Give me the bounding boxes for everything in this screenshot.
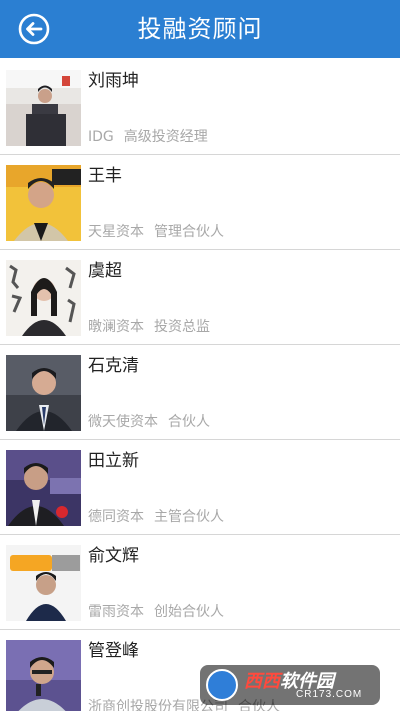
avatar xyxy=(6,545,81,621)
avatar xyxy=(6,260,81,336)
advisor-role: 投资总监 xyxy=(154,319,210,335)
advisor-title: 暾澜资本 投资总监 xyxy=(88,316,210,336)
advisor-name: 石克清 xyxy=(88,356,139,376)
advisor-title: 微天使资本 合伙人 xyxy=(88,411,210,431)
advisor-name: 田立新 xyxy=(88,451,139,471)
advisor-item[interactable]: 虞超 暾澜资本 投资总监 xyxy=(0,250,400,345)
advisor-name: 管登峰 xyxy=(88,641,139,661)
advisor-item[interactable]: 石克清 微天使资本 合伙人 xyxy=(0,345,400,440)
page-title: 投融资顾问 xyxy=(137,15,263,43)
advisor-company: 微天使资本 xyxy=(88,414,158,430)
advisor-role: 高级投资经理 xyxy=(123,129,208,145)
advisor-company: 雷雨资本 xyxy=(88,604,144,620)
advisor-role: 合伙人 xyxy=(168,414,210,430)
advisor-role: 主管合伙人 xyxy=(154,509,224,525)
back-button[interactable] xyxy=(18,13,50,45)
advisor-name: 王丰 xyxy=(88,166,122,186)
avatar xyxy=(6,165,81,241)
advisor-item[interactable]: 田立新 德同资本 主管合伙人 xyxy=(0,440,400,535)
advisor-list: 刘雨坤 IDG 高级投资经理 王丰 天星资本 管理合伙人 虞超 暾澜资本 投资总… xyxy=(0,60,400,711)
advisor-title: 浙商创投股份有限公司 合伙人 xyxy=(88,696,280,711)
advisor-role: 合伙人 xyxy=(238,699,280,711)
advisor-company: IDG xyxy=(88,129,114,145)
avatar xyxy=(6,450,81,526)
avatar xyxy=(6,355,81,431)
advisor-item[interactable]: 俞文辉 雷雨资本 创始合伙人 xyxy=(0,535,400,630)
advisor-role: 管理合伙人 xyxy=(154,224,224,240)
advisor-title: 雷雨资本 创始合伙人 xyxy=(88,601,224,621)
advisor-title: 德同资本 主管合伙人 xyxy=(88,506,224,526)
advisor-item[interactable]: 刘雨坤 IDG 高级投资经理 xyxy=(0,60,400,155)
advisor-item[interactable]: 管登峰 浙商创投股份有限公司 合伙人 xyxy=(0,630,400,711)
app-screen: 投融资顾问 刘雨坤 IDG 高级投资经理 王丰 天星资本 管理合伙人 虞超 暾澜… xyxy=(0,0,400,711)
advisor-title: IDG 高级投资经理 xyxy=(88,126,208,146)
advisor-company: 天星资本 xyxy=(88,224,144,240)
advisor-company: 德同资本 xyxy=(88,509,144,525)
advisor-name: 俞文辉 xyxy=(88,546,139,566)
advisor-role: 创始合伙人 xyxy=(154,604,224,620)
arrow-left-circle-icon xyxy=(18,13,50,45)
advisor-title: 天星资本 管理合伙人 xyxy=(88,221,224,241)
advisor-item[interactable]: 王丰 天星资本 管理合伙人 xyxy=(0,155,400,250)
advisor-name: 刘雨坤 xyxy=(88,71,139,91)
advisor-company: 暾澜资本 xyxy=(88,319,144,335)
advisor-company: 浙商创投股份有限公司 xyxy=(88,699,228,711)
avatar xyxy=(6,640,81,711)
title-bar: 投融资顾问 xyxy=(0,0,400,58)
advisor-name: 虞超 xyxy=(88,261,122,281)
avatar xyxy=(6,70,81,146)
